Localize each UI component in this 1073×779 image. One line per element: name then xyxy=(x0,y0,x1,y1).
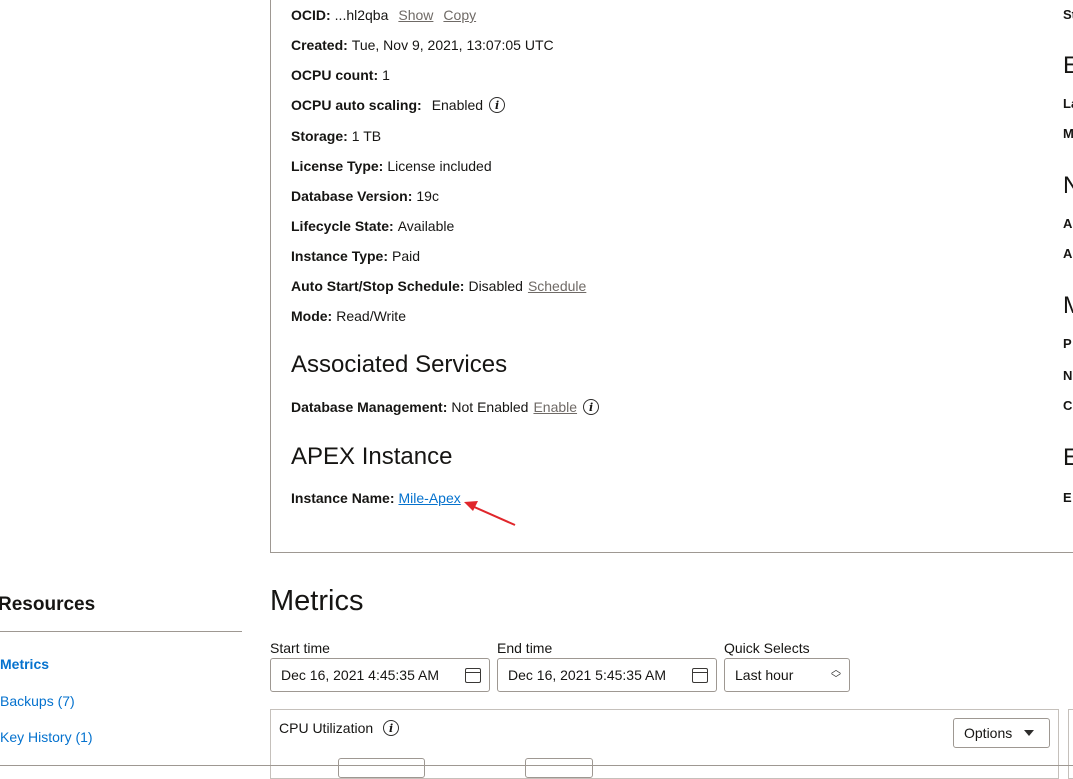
info-icon[interactable]: i xyxy=(489,97,506,113)
mode-label: Mode: xyxy=(291,308,333,324)
select-arrows-icon: ︿ ﹀ xyxy=(831,665,841,685)
ocpu-count-row: OCPU count: 1 xyxy=(291,66,390,84)
apex-instance-name-label: Instance Name: xyxy=(291,490,395,506)
lifecycle-state-value: Available xyxy=(397,218,455,234)
mode-value: Read/Write xyxy=(336,308,406,324)
cpu-utilization-title: CPU Utilization xyxy=(279,720,374,736)
right-column-fragment: La xyxy=(1063,96,1073,111)
annotation-arrow-icon xyxy=(464,501,516,526)
right-column-fragment: St xyxy=(1063,7,1073,22)
ocid-value: ...hl2qba xyxy=(334,7,389,23)
apex-instance-name-row: Instance Name: Mile-Apex xyxy=(291,489,461,507)
interval-select[interactable] xyxy=(338,758,425,778)
ocpu-auto-scaling-label: OCPU auto scaling: xyxy=(291,97,422,113)
created-row: Created: Tue, Nov 9, 2021, 13:07:05 UTC xyxy=(291,36,554,54)
calendar-icon[interactable] xyxy=(692,667,708,683)
license-type-value: License included xyxy=(387,158,492,174)
end-time-value: Dec 16, 2021 5:45:35 AM xyxy=(508,667,666,683)
ocid-row: OCID: ...hl2qba Show Copy xyxy=(291,6,476,24)
auto-schedule-row: Auto Start/Stop Schedule: Disabled Sched… xyxy=(291,277,586,295)
created-value: Tue, Nov 9, 2021, 13:07:05 UTC xyxy=(351,37,554,53)
metrics-title: Metrics xyxy=(270,585,364,617)
right-column-fragment: N xyxy=(1063,368,1073,383)
right-column-fragment: E xyxy=(1063,444,1073,471)
resources-title: Resources xyxy=(0,594,96,615)
lifecycle-state-label: Lifecycle State: xyxy=(291,218,394,234)
apex-instance-link[interactable]: Mile-Apex xyxy=(398,489,460,507)
auto-schedule-value: Disabled xyxy=(468,278,523,294)
quick-selects-dropdown[interactable]: Last hour ︿ ﹀ xyxy=(724,658,850,692)
database-version-row: Database Version: 19c xyxy=(291,187,439,205)
created-label: Created: xyxy=(291,37,348,53)
right-column-fragment: P xyxy=(1063,336,1072,351)
mode-row: Mode: Read/Write xyxy=(291,307,406,325)
right-column-fragment: M xyxy=(1063,126,1073,141)
database-version-value: 19c xyxy=(416,188,439,204)
right-column-fragment: A xyxy=(1063,246,1073,261)
database-version-label: Database Version: xyxy=(291,188,413,204)
start-time-input[interactable]: Dec 16, 2021 4:45:35 AM xyxy=(270,658,490,692)
lifecycle-state-row: Lifecycle State: Available xyxy=(291,217,454,235)
instance-type-value: Paid xyxy=(392,248,421,264)
options-label: Options xyxy=(964,725,1013,741)
cpu-utilization-title-row: CPU Utilization i xyxy=(279,720,400,736)
ocid-label: OCID: xyxy=(291,7,331,23)
db-management-label: Database Management: xyxy=(291,399,448,415)
start-time-label: Start time xyxy=(270,640,330,656)
ocpu-auto-scaling-row: OCPU auto scaling: Enabled i xyxy=(291,96,506,114)
bottom-divider xyxy=(0,765,1073,766)
license-type-label: License Type: xyxy=(291,158,384,174)
enable-link[interactable]: Enable xyxy=(533,398,577,416)
quick-selects-label: Quick Selects xyxy=(724,640,810,656)
sidebar-item-key-history[interactable]: Key History (1) xyxy=(0,729,93,745)
chart-controls-cutoff xyxy=(280,758,593,778)
options-button[interactable]: Options xyxy=(953,718,1050,748)
statistic-select[interactable] xyxy=(525,758,593,778)
caret-down-icon xyxy=(1024,730,1035,736)
sidebar-item-metrics[interactable]: Metrics xyxy=(0,656,49,672)
right-column-fragment: E xyxy=(1063,490,1072,505)
ocpu-auto-scaling-value: Enabled xyxy=(431,97,484,113)
resources-divider xyxy=(0,631,242,632)
instance-type-row: Instance Type: Paid xyxy=(291,247,420,265)
right-column-fragment: M xyxy=(1063,292,1073,320)
apex-instance-title: APEX Instance xyxy=(291,443,453,470)
right-column-fragment: N xyxy=(1063,172,1073,199)
db-management-row: Database Management: Not Enabled Enable … xyxy=(291,398,600,416)
right-column-fragment: E xyxy=(1063,52,1073,79)
auto-schedule-label: Auto Start/Stop Schedule: xyxy=(291,278,465,294)
associated-services-title: Associated Services xyxy=(291,351,508,378)
schedule-link[interactable]: Schedule xyxy=(528,277,586,295)
ocpu-count-label: OCPU count: xyxy=(291,67,379,83)
right-column-fragment: A xyxy=(1063,216,1073,231)
instance-type-label: Instance Type: xyxy=(291,248,388,264)
storage-value: 1 TB xyxy=(351,128,382,144)
storage-label: Storage: xyxy=(291,128,348,144)
info-icon[interactable]: i xyxy=(583,399,600,415)
db-management-value: Not Enabled xyxy=(451,399,529,415)
start-time-value: Dec 16, 2021 4:45:35 AM xyxy=(281,667,439,683)
calendar-icon[interactable] xyxy=(465,667,481,683)
ocid-copy-link[interactable]: Copy xyxy=(443,6,476,24)
ocid-show-link[interactable]: Show xyxy=(398,6,433,24)
quick-selects-value: Last hour xyxy=(735,667,794,683)
right-column-fragment: C xyxy=(1063,398,1073,413)
storage-row: Storage: 1 TB xyxy=(291,127,381,145)
license-type-row: License Type: License included xyxy=(291,157,492,175)
end-time-label: End time xyxy=(497,640,553,656)
info-icon[interactable]: i xyxy=(383,720,400,736)
end-time-input[interactable]: Dec 16, 2021 5:45:35 AM xyxy=(497,658,717,692)
sidebar-item-backups[interactable]: Backups (7) xyxy=(0,693,75,709)
ocpu-count-value: 1 xyxy=(382,67,390,83)
